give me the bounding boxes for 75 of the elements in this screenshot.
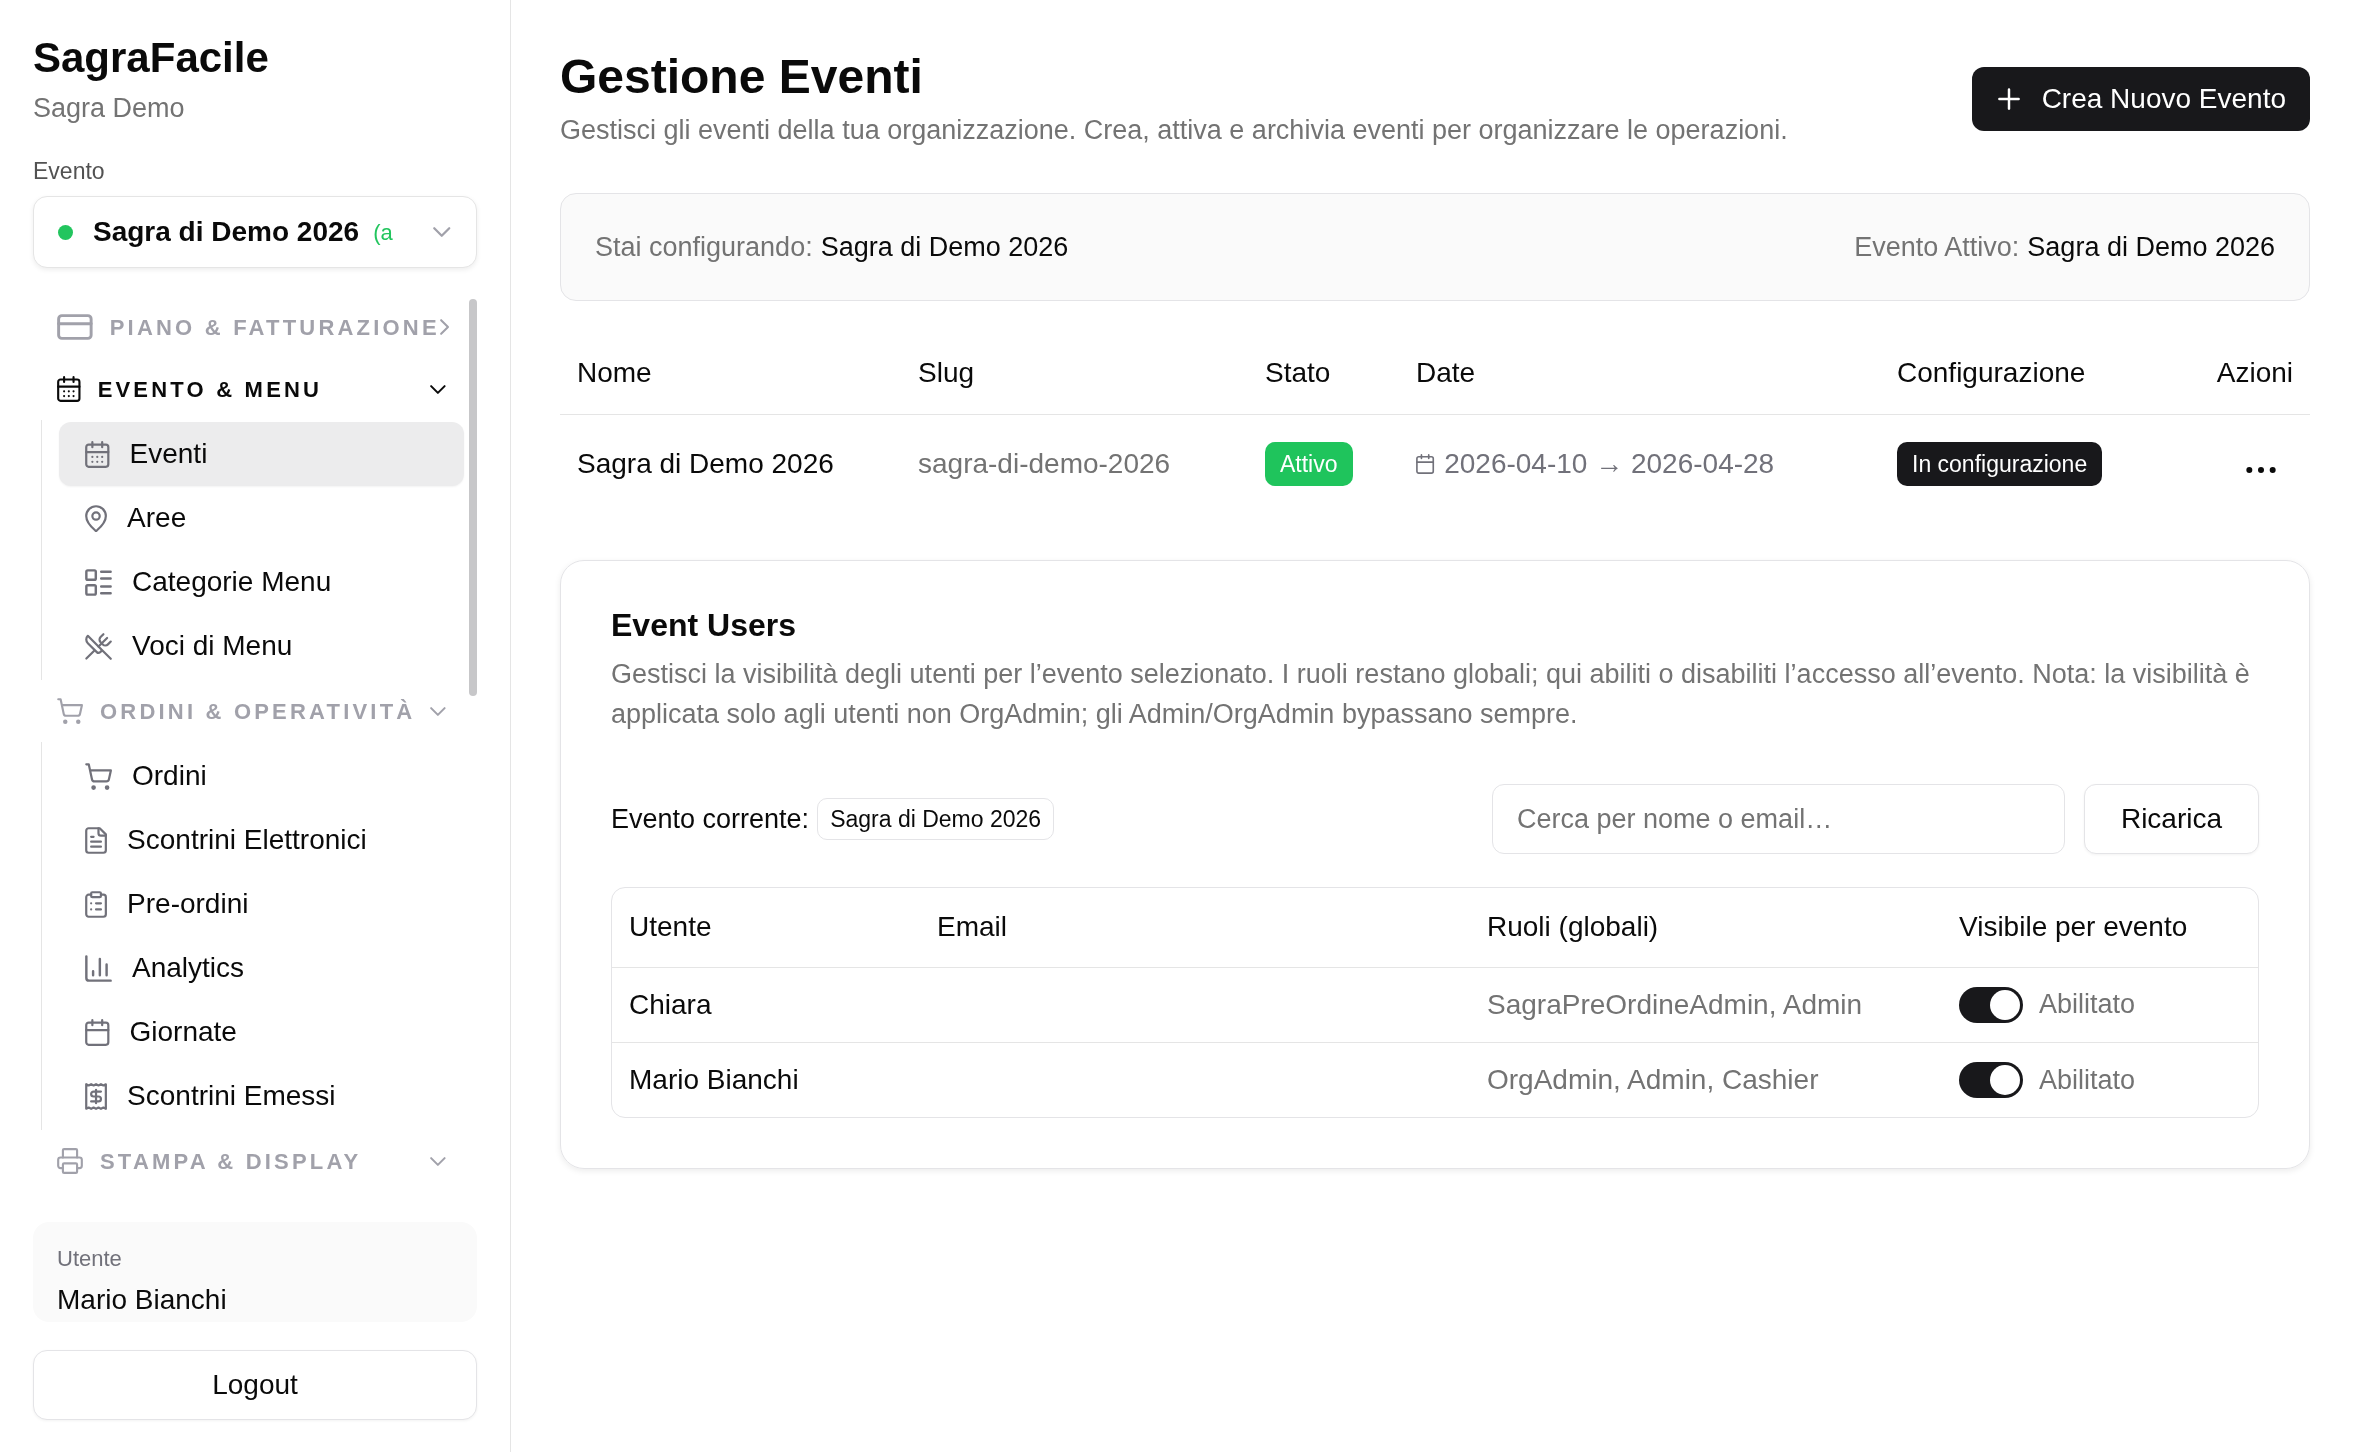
organization-name: Sagra Demo: [33, 92, 185, 125]
app-title: SagraFacile: [33, 33, 269, 83]
calendar-icon: [85, 1018, 110, 1046]
user-roles: SagraPreOrdineAdmin, Admin: [1470, 967, 1942, 1042]
page-subtitle: Gestisci gli eventi della tua organizzazione. Crea, attiva e archivia eventi per organizzare le operazioni.: [560, 114, 1788, 147]
nav-item[interactable]: Aree: [59, 486, 464, 550]
column-header: Ruoli (globali): [1470, 888, 1942, 967]
card-title: Event Users: [611, 606, 797, 645]
reload-button[interactable]: Ricarica: [2084, 784, 2259, 854]
nav-item[interactable]: Analytics: [59, 936, 464, 1000]
column-header: Stato: [1248, 333, 1399, 414]
cart-icon: [57, 698, 83, 724]
search-field[interactable]: Cerca per nome o email…: [1492, 784, 2065, 854]
document-icon: [85, 826, 108, 854]
column-header: Date: [1399, 333, 1880, 414]
selected-event-text: Sagra di Demo 2026: [93, 215, 360, 249]
configuring-label: Stai configurando:: [595, 230, 813, 264]
nav-item[interactable]: Eventi: [59, 422, 464, 486]
nav-item[interactable]: Categorie Menu: [59, 550, 464, 614]
chevron-down-icon: [432, 227, 450, 237]
date-range: 2026-04-10 → 2026-04-28: [1444, 446, 1775, 481]
more-icon: [2246, 466, 2276, 473]
event-name: Sagra di Demo 2026: [560, 414, 901, 513]
visibility-status: Abilitato: [2039, 1063, 2136, 1097]
calendar-icon: [85, 440, 110, 468]
bar-chart-icon: [85, 954, 112, 982]
map-pin-icon: [85, 504, 108, 532]
active-event-value: Sagra di Demo 2026: [2027, 230, 2275, 264]
configuring-value: Sagra di Demo 2026: [820, 230, 1069, 264]
cart-icon: [85, 762, 112, 790]
list-icon: [85, 568, 112, 596]
receipt-icon: [85, 1082, 108, 1110]
visibility-toggle[interactable]: [1959, 1061, 2023, 1098]
column-header: Visibile per evento: [1942, 888, 2258, 967]
user-label: Utente: [57, 1245, 122, 1273]
event-select[interactable]: Sagra di Demo 2026 (a: [33, 196, 477, 268]
nav-item[interactable]: Ordini: [59, 744, 464, 808]
calendar-icon: [57, 376, 81, 402]
current-event-tag: Sagra di Demo 2026: [817, 798, 1055, 840]
event-slug: sagra-di-demo-2026: [901, 414, 1248, 513]
visibility-toggle[interactable]: [1959, 986, 2023, 1023]
scrollbar-thumb[interactable]: [469, 299, 477, 696]
section-header[interactable]: EVENTO & MENU: [33, 358, 464, 420]
user-name: Mario Bianchi: [612, 1042, 920, 1117]
column-header: Azioni: [2195, 333, 2310, 414]
page-title: Gestione Eventi: [560, 49, 924, 105]
clipboard-icon: [85, 890, 108, 918]
calendar-icon: [1416, 453, 1435, 474]
card-description: Gestisci la visibilità degli utenti per l’evento selezionato. I ruoli restano globali; qui abiliti o disabiliti l’accesso all’evento. Nota: la visibilità è applicata solo agli utenti non OrgAdmin; gli Admin/OrgAdmin bypassano sempre.: [611, 658, 2251, 731]
printer-icon: [57, 1148, 83, 1174]
active-event-label: Evento Attivo:: [1854, 230, 2020, 264]
nav-item[interactable]: Pre-ordini: [59, 872, 464, 936]
user-name: Mario Bianchi: [57, 1282, 227, 1317]
nav-item[interactable]: Scontrini Emessi: [59, 1064, 464, 1128]
nav-item[interactable]: Giornate: [59, 1000, 464, 1064]
status-badge: Attivo: [1265, 441, 1353, 486]
column-header: Nome: [560, 333, 901, 414]
user-name: Chiara: [612, 967, 920, 1042]
fork-knife-icon: [85, 632, 112, 660]
create-event-button[interactable]: Crea Nuovo Evento: [1971, 67, 2310, 131]
user-roles: OrgAdmin, Admin, Cashier: [1470, 1042, 1942, 1117]
nav-item[interactable]: Scontrini Elettronici: [59, 808, 464, 872]
column-header: Email: [920, 888, 1470, 967]
event-status-text: (a: [373, 218, 393, 247]
visibility-status: Abilitato: [2039, 988, 2136, 1022]
current-event-label: Evento corrente:: [611, 802, 810, 836]
column-header: Configurazione: [1880, 333, 2195, 414]
column-header: Utente: [612, 888, 920, 967]
configuration-badge: In configurazione: [1897, 441, 2103, 486]
event-label: Evento: [33, 157, 105, 186]
column-header: Slug: [901, 333, 1248, 414]
credit-card-icon: [57, 314, 93, 340]
logout-button[interactable]: Logout: [33, 1350, 477, 1420]
nav-item[interactable]: Voci di Menu: [59, 614, 464, 678]
plus-icon: [1997, 88, 2020, 110]
